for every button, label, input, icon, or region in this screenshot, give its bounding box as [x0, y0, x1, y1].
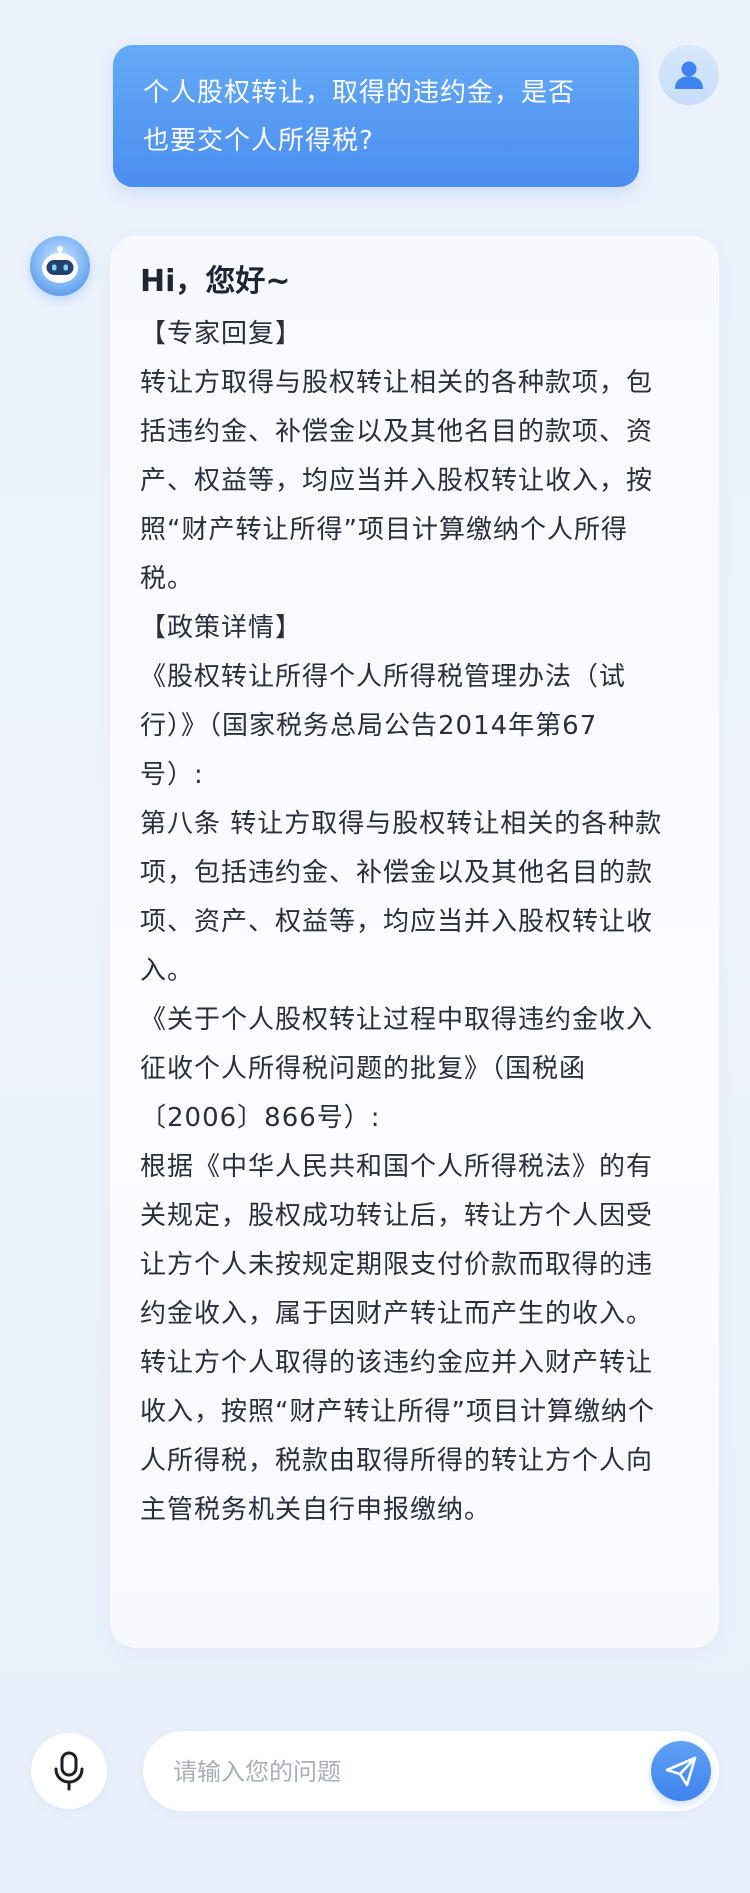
bot-message-line: 项，包括违约金、补偿金以及其他名目的款: [140, 858, 654, 888]
user-icon: [675, 61, 703, 89]
question-input[interactable]: [171, 1751, 615, 1793]
bot-message-line: 行）》（国家税务总局公告2014年第67: [140, 711, 598, 741]
bot-message-body: 【专家回复】转让方取得与股权转让相关的各种款项，包 括违约金、补偿金以及其他名目的…: [140, 310, 689, 1535]
bot-message-line: 让方个人未按规定期限支付价款而取得的违: [140, 1250, 654, 1280]
bot-message-line: 征收个人所得税问题的批复》（国税函: [140, 1054, 587, 1084]
bot-message-line: 【政策详情】: [140, 613, 303, 643]
bot-message-line: 照“财产转让所得”项目计算缴纳个人所得: [140, 515, 628, 545]
microphone-icon: [54, 1751, 84, 1791]
bot-message-line: 括违约金、补偿金以及其他名目的款项、资: [140, 417, 654, 447]
bot-message-line: 人所得税，税款由取得所得的转让方个人向: [140, 1446, 654, 1476]
bot-message-line: 转让方个人取得的该违约金应并入财产转让: [140, 1348, 654, 1378]
robot-icon: [42, 246, 78, 283]
user-message-line: 个人股权转让，取得的违约金，是否: [143, 78, 576, 108]
user-message-line: 也要交个人所得税?: [143, 126, 374, 156]
user-avatar[interactable]: [659, 45, 719, 105]
bot-message-line: 入。: [140, 956, 195, 986]
bot-avatar: [30, 236, 90, 296]
bot-message-line: 第八条 转让方取得与股权转让相关的各种款: [140, 809, 663, 839]
bot-message-line: 产、权益等，均应当并入股权转让收入，按: [140, 466, 654, 496]
send-icon: [665, 1756, 697, 1787]
bot-message-line: 《关于个人股权转让过程中取得违约金收入: [140, 1005, 654, 1035]
bot-message-line: 约金收入，属于因财产转让而产生的收入。: [140, 1299, 654, 1329]
bot-message-line: 项、资产、权益等，均应当并入股权转让收: [140, 907, 654, 937]
send-button[interactable]: [651, 1741, 711, 1801]
bot-message-line: 关规定，股权成功转让后，转让方个人因受: [140, 1201, 654, 1231]
bot-message-card: Hi，您好~ 【专家回复】转让方取得与股权转让相关的各种款项，包 括违约金、补偿金…: [110, 236, 719, 1648]
bot-message-line: 主管税务机关自行申报缴纳。: [140, 1495, 492, 1525]
bot-message-line: 转让方取得与股权转让相关的各种款项，包: [140, 368, 654, 398]
bot-message-line: 税。: [140, 564, 195, 594]
bot-message-line: 号）:: [140, 760, 204, 790]
question-input-box[interactable]: [143, 1731, 719, 1811]
bot-message-line: 根据《中华人民共和国个人所得税法》的有: [140, 1152, 654, 1182]
bot-greeting: Hi，您好~: [140, 264, 291, 299]
user-message-bubble: 个人股权转让，取得的违约金，是否 也要交个人所得税?: [113, 45, 639, 187]
bot-message-line: 收入，按照“财产转让所得”项目计算缴纳个: [140, 1397, 655, 1427]
bot-message-line: 〔2006〕866号）:: [140, 1103, 381, 1133]
bot-message-line: 【专家回复】: [140, 319, 303, 349]
bot-message-line: 《股权转让所得个人所得税管理办法（试: [140, 662, 627, 692]
voice-input-button[interactable]: [31, 1733, 107, 1809]
